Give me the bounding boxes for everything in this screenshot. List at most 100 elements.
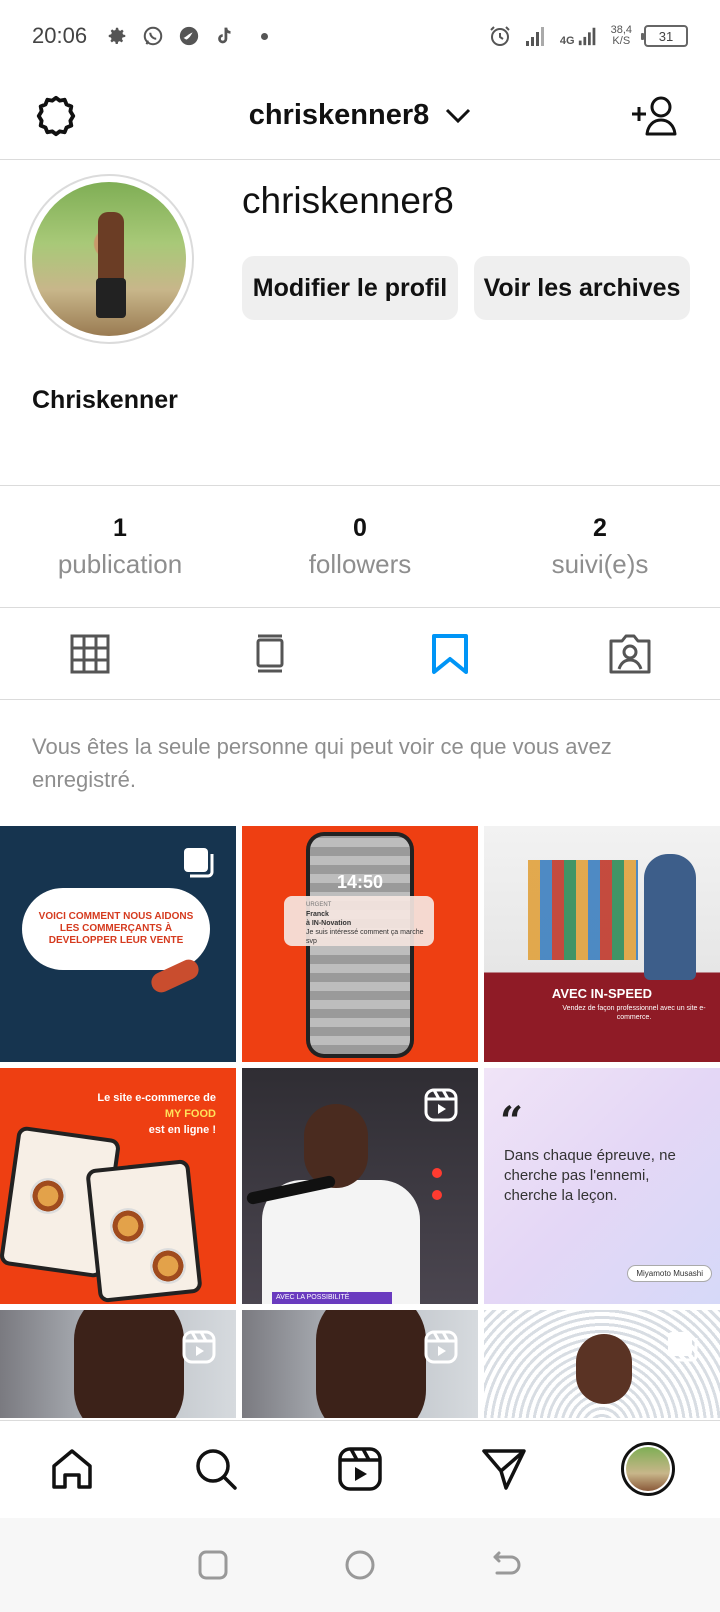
tab-grid[interactable] [0,608,180,699]
tab-feed[interactable] [180,608,360,699]
video-subtitle: AVEC LA POSSIBILITÉ [272,1292,392,1304]
person-graphic [316,1310,426,1418]
quote-text: Dans chaque épreuve, ne cherche pas l'en… [504,1147,676,1204]
saved-post[interactable] [0,1310,236,1418]
notif-body: Je suis intéressé comment ça marche svp [306,929,424,945]
profile-avatar [621,1441,675,1496]
add-user-button[interactable] [628,92,680,140]
recents-button[interactable] [193,1545,233,1585]
food-graphic [110,1208,146,1244]
profile-full-name: Chriskenner [32,386,178,414]
avatar-photo [32,182,186,336]
quote-author: Miyamoto Musashi [627,1265,712,1282]
edit-profile-button[interactable]: Modifier le profil [242,256,458,320]
caption-line: Le site e-commerce de [97,1092,216,1104]
gear-icon [105,24,129,48]
post-caption: VOICI COMMENT NOUS AIDONS LES COMMERÇANT… [22,888,210,970]
nav-home[interactable] [42,1439,102,1499]
home-system-button[interactable] [340,1545,380,1585]
back-icon [493,1551,521,1575]
person-graphic [644,854,696,980]
tagged-icon [609,634,651,673]
notification-card: URGENT Franck à IN-Novation Je suis inté… [284,896,434,946]
person-graphic [74,1310,184,1418]
person-head-graphic [304,1104,368,1188]
saved-post[interactable] [242,1310,478,1418]
data-speed: 38,4 K/S [611,25,632,47]
pc-light-graphic [432,1168,442,1178]
saved-post[interactable]: VOICI COMMENT NOUS AIDONS LES COMMERÇANT… [0,826,236,1062]
system-navigation-bar [0,1518,720,1612]
account-switcher[interactable]: chriskenner8 [249,99,472,132]
stat-value: 1 [113,513,127,542]
saved-post[interactable]: 14:50 URGENT Franck à IN-Novation Je sui… [242,826,478,1062]
nav-search[interactable] [186,1439,246,1499]
status-bar: 20:06 4G 38,4 K/S 31 [0,0,720,72]
saved-privacy-note: Vous êtes la seule personne qui peut voi… [32,734,612,792]
stat-followers[interactable]: 0 followers [240,486,480,607]
signal-icon-2 [578,27,595,46]
stat-following[interactable]: 2 suivi(e)s [480,486,720,607]
saved-post[interactable] [484,1310,720,1418]
signal-icon [524,24,548,48]
reels-icon [182,1330,216,1364]
saved-post[interactable]: Le site e-commerce de MY FOOD est en lig… [0,1068,236,1304]
notif-dest: à IN-Novation [306,920,352,927]
reels-icon [424,1330,458,1364]
food-graphic [30,1178,66,1214]
reels-icon [424,1088,458,1122]
add-user-icon [632,96,677,136]
status-time: 20:06 [32,23,88,48]
saved-posts-grid: VOICI COMMENT NOUS AIDONS LES COMMERÇANT… [0,826,720,1418]
tab-tagged[interactable] [540,608,720,699]
phone-clock: 14:50 [336,872,384,892]
notif-sender: Franck [306,911,329,918]
tiktok-icon [213,24,237,48]
stat-label: followers [308,548,412,579]
post-caption: AVEC IN-SPEED [551,986,653,1001]
search-icon [196,1448,237,1490]
saved-post[interactable]: AVEC IN-SPEED Vendez de façon profession… [484,826,720,1062]
saved-post[interactable]: “ Dans chaque épreuve, ne cherche pas l'… [484,1068,720,1304]
header-username: chriskenner8 [248,99,430,131]
grid-icon [70,634,110,673]
bird-app-icon [177,24,201,48]
network-indicator: 4G [560,25,599,47]
reels-icon [338,1446,382,1491]
bottom-navigation [0,1420,720,1516]
alarm-icon [488,24,512,48]
profile-top-bar: chriskenner8 [0,72,720,160]
quote-mark-icon: “ [500,1098,524,1145]
stat-label: publication [57,548,183,579]
back-button[interactable] [487,1545,527,1585]
carousel-icon [182,846,216,880]
profile-header: chriskenner8 Modifier le profil Voir les… [0,160,720,486]
speed-unit: K/S [612,35,631,47]
home-circle-icon [345,1550,375,1580]
stat-posts[interactable]: 1 publication [0,486,240,607]
saved-post[interactable]: AVEC LA POSSIBILITÉ [242,1068,478,1304]
notif-title: URGENT [306,902,332,908]
settings-button[interactable] [32,92,80,140]
whatsapp-icon [141,24,165,48]
view-archive-button[interactable]: Voir les archives [474,256,690,320]
post-caption: Le site e-commerce de MY FOOD est en lig… [66,1090,216,1138]
gear-icon [36,95,76,137]
post-subcaption: Vendez de façon professionnel avec un si… [562,1005,706,1021]
stat-value: 0 [353,513,367,542]
avatar[interactable] [24,174,194,344]
recents-icon [198,1550,228,1580]
more-notifications-dot [261,32,269,40]
caption-brand: MY FOOD [164,1108,216,1120]
nav-reels[interactable] [330,1439,390,1499]
tab-saved[interactable] [360,608,540,699]
avatar-figure-legs [96,278,126,318]
person-graphic [576,1334,632,1404]
chevron-down-icon [446,108,471,123]
nav-profile[interactable] [618,1439,678,1499]
profile-stats: 1 publication 0 followers 2 suivi(e)s [0,486,720,608]
direct-icon [482,1448,526,1490]
nav-direct[interactable] [474,1439,534,1499]
fabric-graphic [528,860,638,960]
stat-label: suivi(e)s [551,548,649,579]
